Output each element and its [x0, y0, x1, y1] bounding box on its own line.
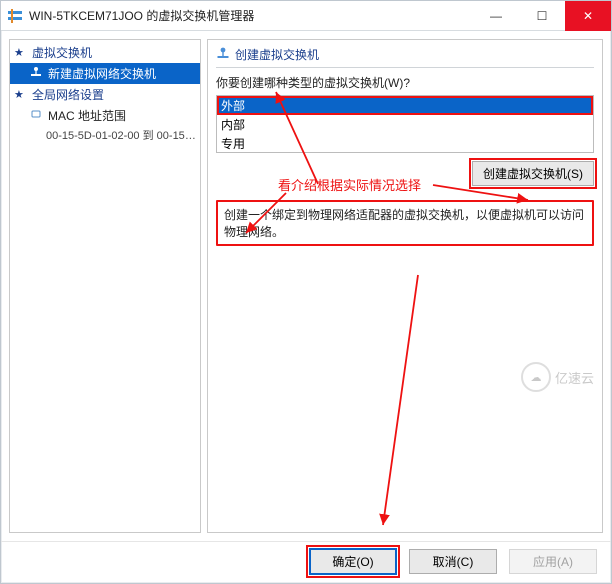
window-root: WIN-5TKCEM71JOO 的虚拟交换机管理器 — ☐ ✕ ★ 虚拟交换机 …	[0, 0, 612, 584]
cancel-button[interactable]: 取消(C)	[409, 549, 497, 574]
tree-item-new-switch[interactable]: 新建虚拟网络交换机	[10, 63, 200, 84]
type-option-private[interactable]: 专用	[217, 134, 593, 153]
tree-mac-detail: 00-15-5D-01-02-00 到 00-15-5D-0...	[10, 126, 200, 144]
apply-button: 应用(A)	[509, 549, 597, 574]
arrow-icon	[358, 270, 438, 530]
create-switch-button[interactable]: 创建虚拟交换机(S)	[472, 161, 594, 186]
net-icon	[216, 46, 230, 63]
dialog-footer: 确定(O) 取消(C) 应用(A)	[1, 541, 611, 581]
close-button[interactable]: ✕	[565, 1, 611, 31]
watermark-text: 亿速云	[555, 368, 594, 387]
net-icon	[30, 66, 44, 81]
titlebar: WIN-5TKCEM71JOO 的虚拟交换机管理器 — ☐ ✕	[1, 1, 611, 31]
tree-label: 新建虚拟网络交换机	[48, 65, 156, 82]
tree-label: MAC 地址范围	[48, 107, 126, 124]
tree-root-global[interactable]: ★ 全局网络设置	[10, 84, 200, 105]
minimize-button[interactable]: —	[473, 1, 519, 31]
type-prompt: 你要创建哪种类型的虚拟交换机(W)?	[216, 74, 594, 91]
ok-button[interactable]: 确定(O)	[309, 548, 397, 575]
window-controls: — ☐ ✕	[473, 1, 611, 31]
star-icon: ★	[14, 46, 28, 59]
window-title: WIN-5TKCEM71JOO 的虚拟交换机管理器	[29, 7, 473, 24]
maximize-button[interactable]: ☐	[519, 1, 565, 31]
section-title: 创建虚拟交换机	[235, 46, 319, 63]
tree-label: 全局网络设置	[32, 86, 104, 103]
type-option-internal[interactable]: 内部	[217, 115, 593, 134]
right-content: 创建虚拟交换机 你要创建哪种类型的虚拟交换机(W)? 外部 内部 专用 创建虚拟…	[207, 39, 603, 533]
watermark: ☁ 亿速云	[521, 362, 594, 392]
section-header: 创建虚拟交换机	[216, 46, 594, 68]
app-icon	[7, 8, 23, 24]
star-icon: ★	[14, 88, 28, 101]
switch-type-list[interactable]: 外部 内部 专用	[216, 95, 594, 153]
left-tree: ★ 虚拟交换机 新建虚拟网络交换机 ★ 全局网络设置	[9, 39, 201, 533]
tag-icon	[30, 108, 44, 123]
tree-item-mac[interactable]: MAC 地址范围	[10, 105, 200, 126]
type-option-external[interactable]: 外部	[217, 96, 593, 115]
tree-label: 虚拟交换机	[32, 44, 92, 61]
tree-root-virtual-switch[interactable]: ★ 虚拟交换机	[10, 42, 200, 63]
type-description: 创建一个绑定到物理网络适配器的虚拟交换机，以便虚拟机可以访问物理网络。	[216, 200, 594, 246]
dialog-body: ★ 虚拟交换机 新建虚拟网络交换机 ★ 全局网络设置	[1, 31, 611, 541]
